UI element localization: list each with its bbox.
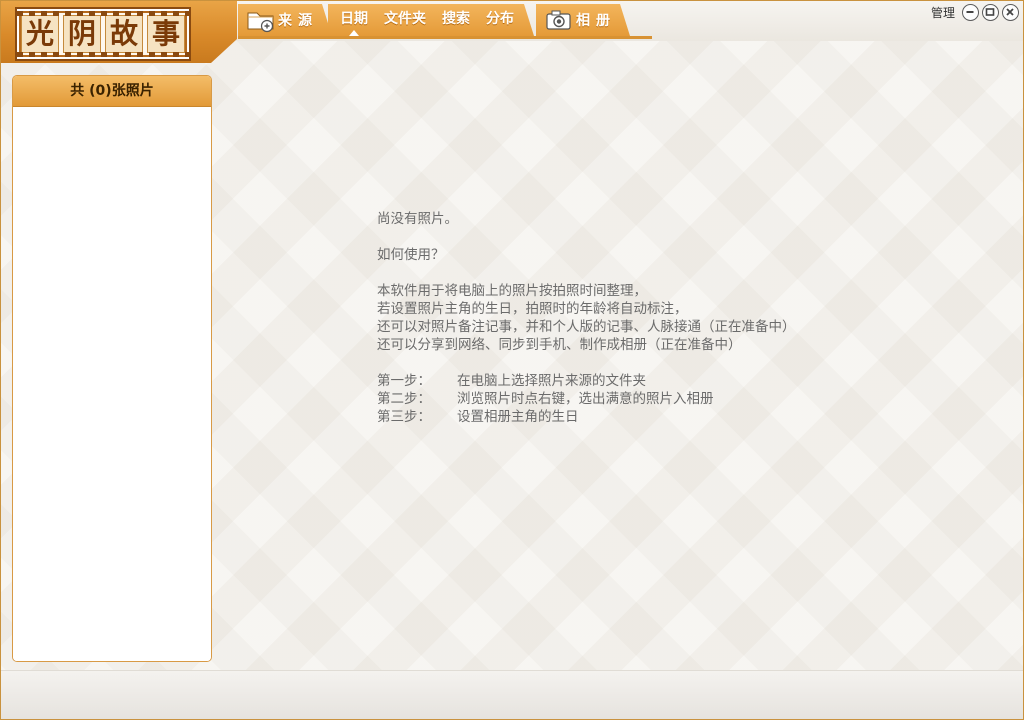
step-row: 第三步： 设置相册主角的生日	[377, 408, 937, 426]
tabstrip-underline	[238, 36, 652, 39]
restore-icon[interactable]	[982, 4, 999, 21]
logo-char: 故	[105, 15, 143, 53]
step-label: 第三步：	[377, 409, 431, 425]
tab-date[interactable]: 日期	[332, 4, 376, 36]
minimize-icon[interactable]	[962, 4, 979, 21]
step-text: 在电脑上选择照片来源的文件夹	[457, 373, 646, 389]
step-label: 第一步：	[377, 373, 431, 389]
date-view-tabs: 日期 文件夹 搜索 分布	[328, 4, 534, 36]
empty-state-message: 尚没有照片。 如何使用？ 本软件用于将电脑上的照片按拍照时间整理， 若设置照片主…	[377, 210, 937, 426]
app-logo: 光 阴 故 事	[15, 7, 191, 61]
camera-icon	[544, 7, 574, 33]
howto-title: 如何使用？	[377, 247, 445, 263]
window-controls: 管理	[931, 4, 1019, 21]
tab-source[interactable]: 来源	[238, 4, 332, 36]
step-label: 第二步：	[377, 391, 431, 407]
tab-source-label: 来源	[278, 13, 318, 29]
logo-plate: 光 阴 故 事	[1, 1, 237, 63]
film-holes-top	[17, 11, 189, 16]
tab-search[interactable]: 搜索	[434, 4, 478, 36]
description-line: 若设置照片主角的生日，拍照时的年龄将自动标注，	[377, 301, 688, 317]
photo-count-header: 共 (0)张照片	[13, 76, 211, 107]
status-bar	[1, 670, 1023, 719]
manage-link[interactable]: 管理	[931, 4, 955, 21]
close-icon[interactable]	[1002, 4, 1019, 21]
folder-add-icon	[246, 7, 276, 33]
step-text: 浏览照片时点右键，选出满意的照片入相册	[457, 391, 714, 407]
app-window: 光 阴 故 事 来源 日期 文件夹 搜索 分布 相册 管理 共 (0)张照片 尚…	[0, 0, 1024, 720]
film-holes-bottom	[17, 52, 189, 57]
main-tabstrip: 来源 日期 文件夹 搜索 分布 相册	[238, 4, 630, 38]
empty-title: 尚没有照片。	[377, 211, 458, 227]
step-row: 第二步： 浏览照片时点右键，选出满意的照片入相册	[377, 390, 937, 408]
photo-list-panel: 共 (0)张照片	[12, 75, 212, 662]
logo-char: 事	[147, 15, 185, 53]
step-text: 设置相册主角的生日	[457, 409, 579, 425]
photo-list[interactable]	[13, 107, 211, 661]
tab-album[interactable]: 相册	[536, 4, 630, 36]
description-line: 还可以对照片备注记事，并和个人版的记事、人脉接通（正在准备中）	[377, 319, 796, 335]
description-line: 还可以分享到网络、同步到手机、制作成相册（正在准备中）	[377, 337, 742, 353]
tab-album-label: 相册	[576, 13, 616, 29]
logo-char: 光	[21, 15, 59, 53]
logo-char: 阴	[63, 15, 101, 53]
step-row: 第一步： 在电脑上选择照片来源的文件夹	[377, 372, 937, 390]
description-line: 本软件用于将电脑上的照片按拍照时间整理，	[377, 283, 647, 299]
tab-folder[interactable]: 文件夹	[376, 4, 434, 36]
tab-distribution[interactable]: 分布	[478, 4, 522, 36]
